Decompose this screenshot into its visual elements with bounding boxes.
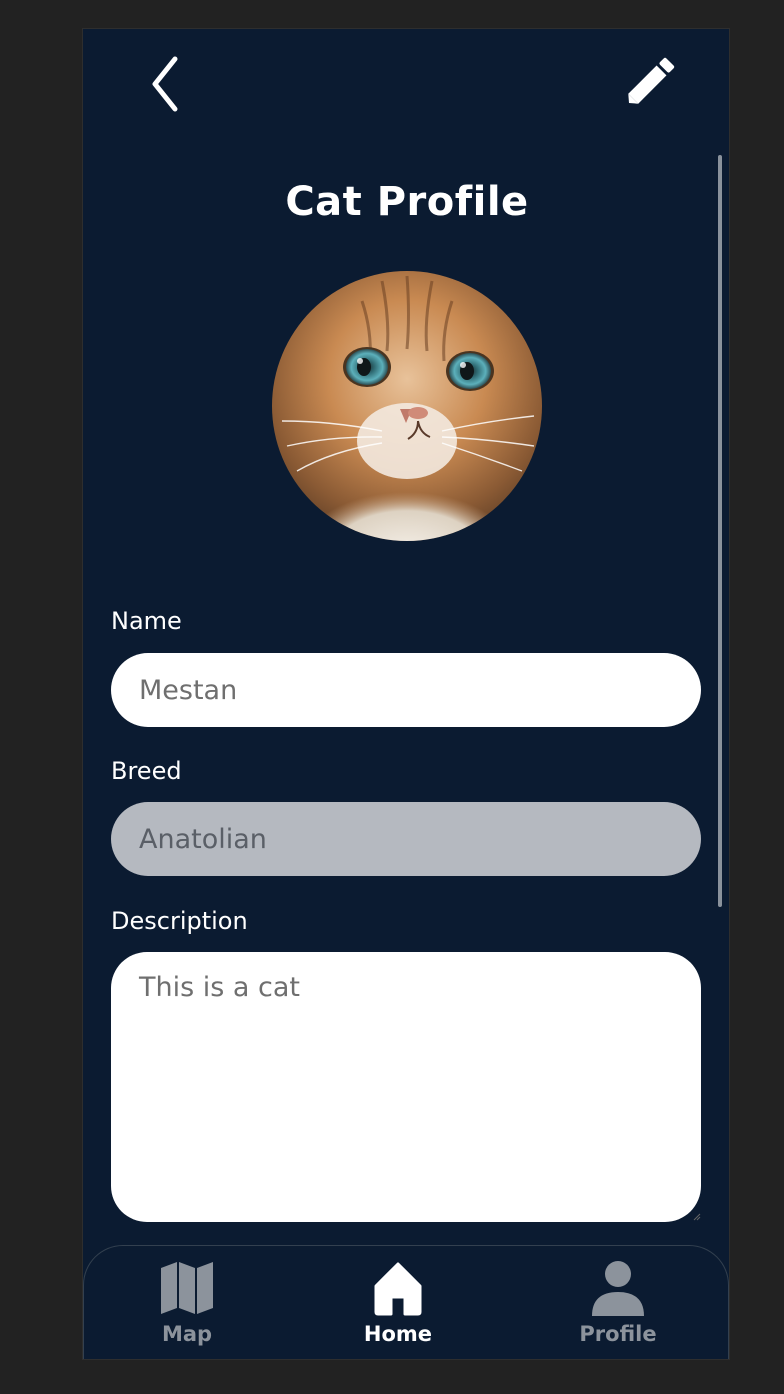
description-textarea[interactable]: This is a cat — [111, 952, 701, 1222]
cat-avatar[interactable] — [272, 271, 542, 541]
chevron-left-icon — [152, 56, 178, 112]
nav-label-map: Map — [161, 1322, 213, 1346]
nav-item-map[interactable]: Map — [107, 1246, 267, 1359]
nav-label-profile: Profile — [579, 1322, 657, 1346]
user-icon — [592, 1261, 644, 1316]
cat-photo — [272, 271, 542, 541]
bottom-navigation: Map Home Profile — [83, 1245, 729, 1359]
pencil-icon — [628, 57, 675, 104]
page-title: Cat Profile — [285, 179, 529, 225]
phone-screen: Cat Profile Name Mestan Breed Anatolian … — [82, 28, 730, 1360]
resize-grip-icon[interactable] — [693, 1213, 701, 1221]
breed-label: Breed — [111, 757, 182, 785]
nav-item-home[interactable]: Home — [318, 1246, 478, 1359]
name-input[interactable] — [111, 653, 701, 727]
scrollbar[interactable] — [718, 155, 722, 907]
name-label: Name — [111, 607, 182, 635]
map-icon — [161, 1262, 213, 1314]
back-button[interactable] — [143, 53, 193, 115]
description-label: Description — [111, 907, 248, 935]
breed-input — [111, 802, 701, 876]
edit-button[interactable] — [619, 53, 683, 109]
nav-item-profile[interactable]: Profile — [538, 1246, 698, 1359]
nav-label-home: Home — [363, 1322, 433, 1346]
home-icon — [374, 1262, 422, 1316]
